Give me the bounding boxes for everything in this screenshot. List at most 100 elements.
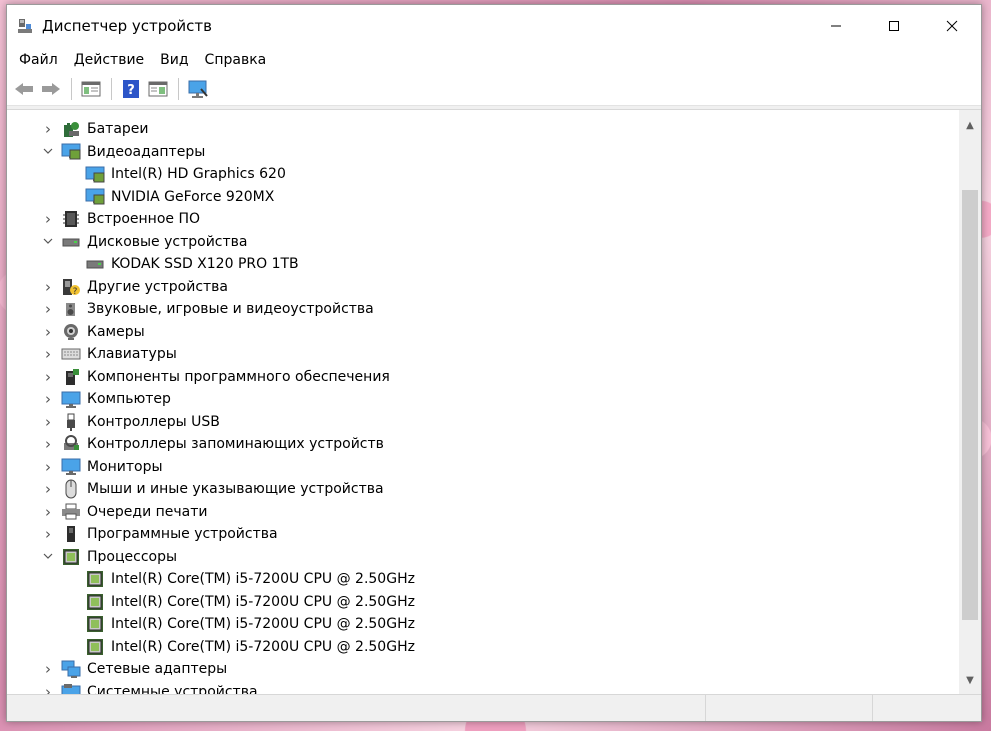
tree-item-label: Камеры (87, 323, 145, 340)
tree-category-row[interactable]: › Мониторы (7, 456, 955, 479)
chevron-right-icon[interactable]: › (41, 413, 55, 431)
processor-icon (85, 593, 105, 611)
chevron-right-icon[interactable]: › (41, 345, 55, 363)
tree-category-row[interactable]: › Системные устройства (7, 681, 955, 695)
tree-category-row[interactable]: › Программные устройства (7, 523, 955, 546)
chevron-right-icon[interactable]: › (41, 480, 55, 498)
scan-hardware-button[interactable] (185, 76, 211, 102)
scroll-up-button[interactable]: ▲ (959, 116, 981, 134)
tree-category-row[interactable]: › Контроллеры запоминающих устройств (7, 433, 955, 456)
chevron-right-icon[interactable]: › (41, 278, 55, 296)
network-adapter-icon (61, 660, 81, 679)
unknown-device-icon: ? (61, 278, 81, 296)
tree-category-row[interactable]: Дисковые устройства (7, 231, 955, 254)
chevron-down-icon[interactable] (41, 145, 55, 158)
tree-category-row[interactable]: › Камеры (7, 321, 955, 344)
tree-category-row[interactable]: › Контроллеры USB (7, 411, 955, 434)
chevron-right-icon[interactable]: › (41, 323, 55, 341)
tree-item-label: Видеоадаптеры (87, 143, 206, 160)
tree-device-row[interactable]: Intel(R) Core(TM) i5-7200U CPU @ 2.50GHz (7, 636, 955, 659)
forward-icon (42, 83, 60, 95)
device-manager-app-icon (17, 18, 33, 34)
tree-item-label: Intel(R) Core(TM) i5-7200U CPU @ 2.50GHz (111, 593, 415, 610)
show-hide-console-tree-icon (148, 81, 168, 97)
menu-bar: Файл Действие Вид Справка (7, 47, 981, 73)
device-manager-window: Диспетчер устройств Файл Действие Вид Сп… (6, 4, 982, 722)
tree-item-label: Компьютер (87, 391, 171, 408)
tree-category-row[interactable]: › Встроенное ПО (7, 208, 955, 231)
forward-button[interactable] (38, 76, 64, 102)
status-cell (873, 695, 981, 721)
tree-item-label: Мониторы (87, 458, 163, 475)
tree-item-label: Батареи (87, 121, 149, 138)
chevron-right-icon[interactable]: › (41, 660, 55, 678)
computer-icon (61, 390, 81, 408)
tree-category-row[interactable]: Процессоры (7, 546, 955, 569)
chevron-down-icon[interactable] (41, 550, 55, 563)
tree-category-row[interactable]: › Батареи (7, 118, 955, 141)
tree-category-row[interactable]: › Компоненты программного обеспечения (7, 366, 955, 389)
minimize-icon (831, 25, 841, 27)
chevron-right-icon[interactable]: › (41, 368, 55, 386)
chevron-right-icon[interactable]: › (41, 120, 55, 138)
display-adapter-icon (85, 188, 105, 206)
chevron-right-icon[interactable]: › (41, 300, 55, 318)
tree-category-row[interactable]: Видеоадаптеры (7, 141, 955, 164)
maximize-button[interactable] (865, 5, 923, 47)
properties-pane-button[interactable] (78, 76, 104, 102)
vertical-scrollbar[interactable]: ▲ ▼ (959, 110, 981, 695)
chevron-right-icon[interactable]: › (41, 458, 55, 476)
close-icon (946, 20, 958, 32)
close-button[interactable] (923, 5, 981, 47)
svg-text:?: ? (73, 287, 78, 296)
tree-category-row[interactable]: › Клавиатуры (7, 343, 955, 366)
chevron-right-icon[interactable]: › (41, 390, 55, 408)
tree-item-label: Компоненты программного обеспечения (87, 368, 390, 385)
help-button[interactable]: ? (118, 76, 144, 102)
scrollbar-thumb[interactable] (962, 190, 978, 620)
tree-item-label: Мыши и иные указывающие устройства (87, 481, 384, 498)
menu-action[interactable]: Действие (66, 47, 152, 73)
menu-view[interactable]: Вид (152, 47, 196, 73)
help-icon: ? (123, 80, 139, 98)
menu-file[interactable]: Файл (11, 47, 66, 73)
tree-device-row[interactable]: Intel(R) HD Graphics 620 (7, 163, 955, 186)
chevron-right-icon[interactable]: › (41, 525, 55, 543)
tree-device-row[interactable]: KODAK SSD X120 PRO 1TB (7, 253, 955, 276)
tree-category-row[interactable]: › Мыши и иные указывающие устройства (7, 478, 955, 501)
tree-device-row[interactable]: Intel(R) Core(TM) i5-7200U CPU @ 2.50GHz (7, 613, 955, 636)
back-button[interactable] (11, 76, 37, 102)
chevron-right-icon[interactable]: › (41, 503, 55, 521)
chevron-right-icon[interactable]: › (41, 435, 55, 453)
mouse-icon (61, 479, 81, 499)
tree-item-label: KODAK SSD X120 PRO 1TB (111, 256, 299, 273)
tree-category-row[interactable]: › Очереди печати (7, 501, 955, 524)
tree-item-label: Intel(R) Core(TM) i5-7200U CPU @ 2.50GHz (111, 616, 415, 633)
tree-device-row[interactable]: NVIDIA GeForce 920MX (7, 186, 955, 209)
chevron-right-icon[interactable]: › (41, 210, 55, 228)
chevron-down-icon: ▼ (966, 674, 974, 686)
tree-category-row[interactable]: › Компьютер (7, 388, 955, 411)
minimize-button[interactable] (807, 5, 865, 47)
chevron-down-icon[interactable] (41, 235, 55, 248)
disk-drive-icon (61, 233, 81, 251)
tree-item-label: Другие устройства (87, 278, 228, 295)
tree-device-row[interactable]: Intel(R) Core(TM) i5-7200U CPU @ 2.50GHz (7, 568, 955, 591)
monitor-scan-icon (188, 80, 208, 98)
show-hide-console-tree-button[interactable] (145, 76, 171, 102)
battery-icon (61, 120, 81, 138)
keyboard-icon (61, 345, 81, 363)
tree-category-row[interactable]: › Сетевые адаптеры (7, 658, 955, 681)
scroll-down-button[interactable]: ▼ (959, 671, 981, 689)
tree-item-label: Программные устройства (87, 526, 278, 543)
tree-device-row[interactable]: Intel(R) Core(TM) i5-7200U CPU @ 2.50GHz (7, 591, 955, 614)
toolbar-separator (178, 78, 179, 100)
software-component-icon (61, 368, 81, 386)
tree-category-row[interactable]: › Звуковые, игровые и видеоустройства (7, 298, 955, 321)
processor-icon (85, 615, 105, 633)
menu-help[interactable]: Справка (197, 47, 275, 73)
properties-pane-icon (81, 81, 101, 97)
maximize-icon (889, 21, 899, 31)
tree-category-row[interactable]: ›? Другие устройства (7, 276, 955, 299)
title-bar: Диспетчер устройств (7, 5, 981, 47)
